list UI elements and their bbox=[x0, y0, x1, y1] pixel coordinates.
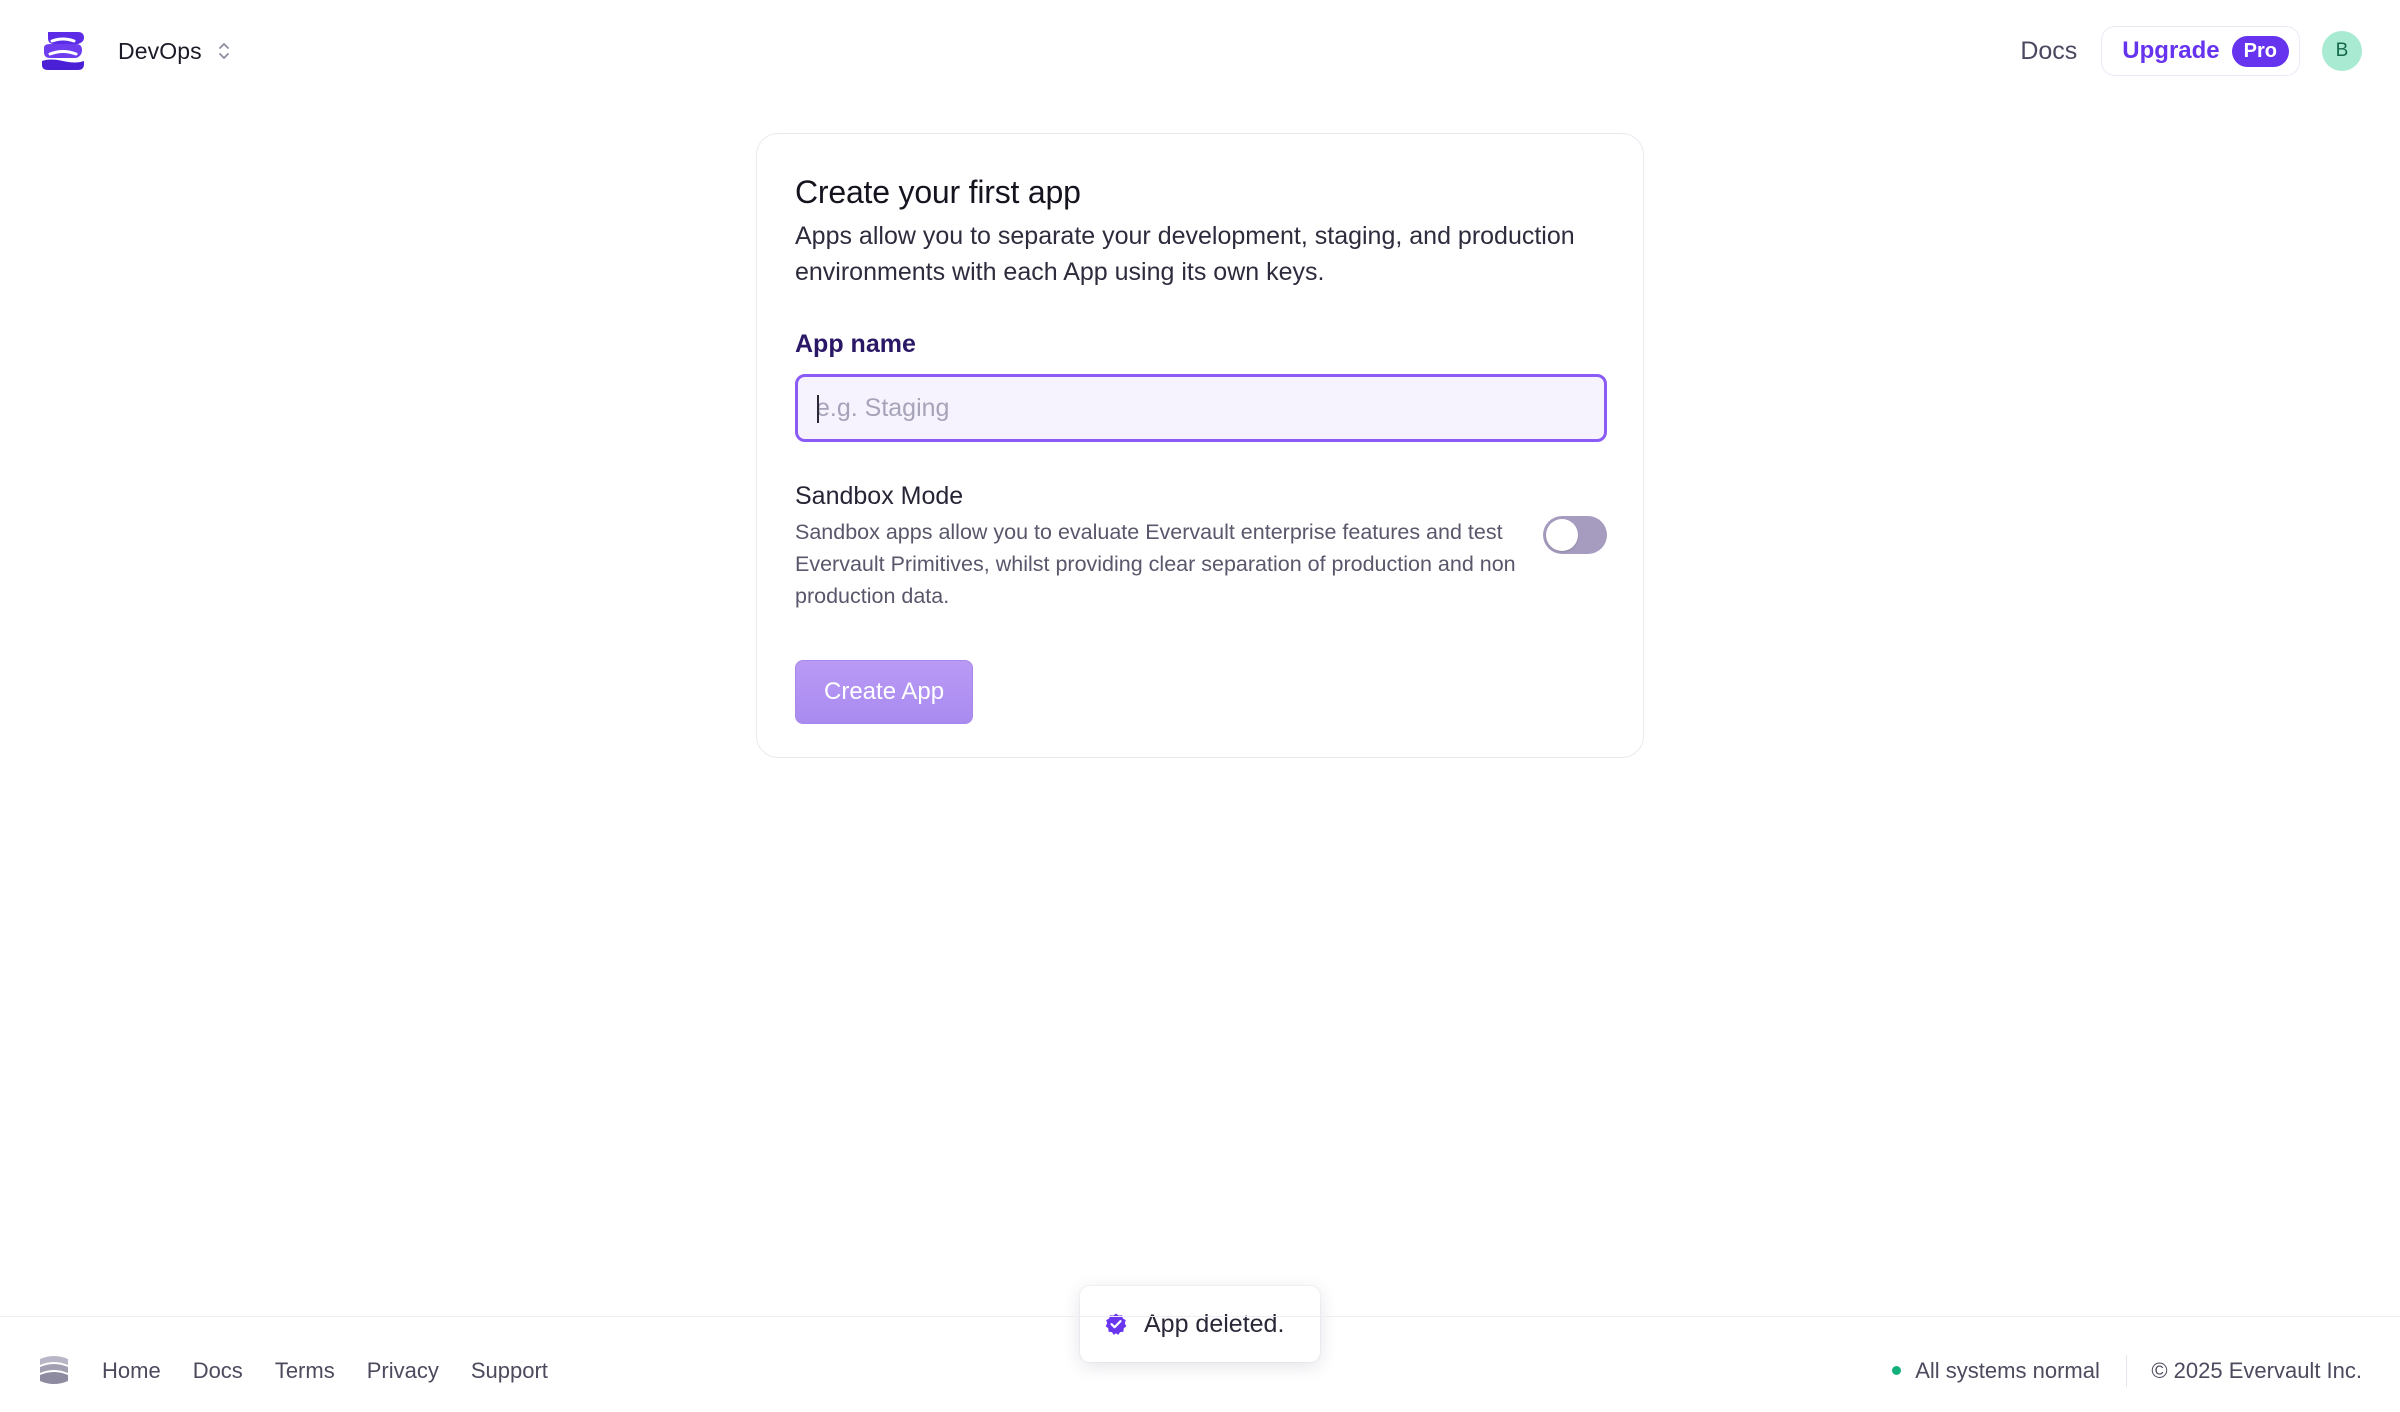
copyright: © 2025 Evervault Inc. bbox=[2151, 1357, 2362, 1383]
top-header: DevOps Docs Upgrade Pro B bbox=[0, 0, 2400, 102]
footer-link-support[interactable]: Support bbox=[471, 1358, 548, 1384]
card-description: Apps allow you to separate your developm… bbox=[795, 222, 1575, 286]
footer-link-home[interactable]: Home bbox=[102, 1358, 161, 1384]
status-dot-icon bbox=[1892, 1366, 1902, 1375]
app-name-input[interactable] bbox=[798, 377, 1604, 439]
system-status[interactable]: All systems normal bbox=[1892, 1358, 2100, 1384]
app-name-label: App name bbox=[795, 330, 916, 358]
create-app-card: Create your first app Apps allow you to … bbox=[756, 133, 1644, 758]
header-right: Docs Upgrade Pro B bbox=[2020, 26, 2362, 76]
upgrade-button[interactable]: Upgrade Pro bbox=[2101, 26, 2300, 76]
sandbox-text: Sandbox Mode Sandbox apps allow you to e… bbox=[795, 480, 1543, 612]
footer-link-privacy[interactable]: Privacy bbox=[367, 1358, 439, 1384]
page-title: Create your first app bbox=[795, 174, 1081, 210]
chevron-up-down-icon bbox=[218, 43, 229, 59]
sandbox-title: Sandbox Mode bbox=[795, 482, 964, 510]
footer-divider bbox=[2125, 1354, 2128, 1387]
text-caret bbox=[817, 395, 819, 423]
app-name-field[interactable] bbox=[795, 374, 1607, 442]
pro-badge: Pro bbox=[2231, 35, 2289, 67]
evervault-footer-logo-icon bbox=[40, 1355, 68, 1384]
status-text: All systems normal bbox=[1915, 1357, 2100, 1383]
upgrade-label: Upgrade bbox=[2122, 37, 2220, 64]
sandbox-description: Sandbox apps allow you to evaluate Everv… bbox=[795, 520, 1516, 608]
footer: Home Docs Terms Privacy Support All syst… bbox=[0, 1316, 2400, 1412]
evervault-logo-icon[interactable] bbox=[40, 28, 86, 74]
header-left: DevOps bbox=[40, 28, 232, 74]
footer-right: All systems normal © 2025 Evervault Inc. bbox=[1892, 1354, 2362, 1387]
org-name: DevOps bbox=[118, 37, 202, 64]
toggle-knob bbox=[1546, 519, 1578, 551]
sandbox-mode-row: Sandbox Mode Sandbox apps allow you to e… bbox=[795, 480, 1607, 612]
docs-link[interactable]: Docs bbox=[2020, 37, 2077, 66]
footer-left: Home Docs Terms Privacy Support bbox=[36, 1353, 580, 1389]
sandbox-mode-toggle[interactable] bbox=[1543, 516, 1607, 554]
org-switcher[interactable]: DevOps bbox=[118, 38, 232, 65]
footer-link-docs[interactable]: Docs bbox=[193, 1358, 243, 1384]
create-app-button[interactable]: Create App bbox=[795, 660, 974, 724]
footer-link-terms[interactable]: Terms bbox=[275, 1358, 335, 1384]
avatar[interactable]: B bbox=[2322, 31, 2362, 71]
